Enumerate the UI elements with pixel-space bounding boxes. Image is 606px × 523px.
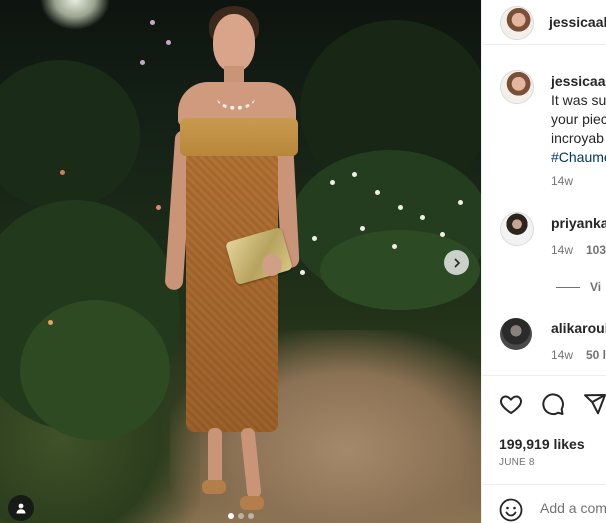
caption-hashtag[interactable]: #Chaume	[551, 148, 606, 167]
action-bar	[482, 375, 606, 434]
heart-icon[interactable]	[499, 392, 523, 416]
carousel-dots	[228, 513, 254, 519]
carousel-dot-active	[228, 513, 234, 519]
view-replies-label: Vi	[590, 280, 602, 294]
caption-line: It was su	[551, 92, 606, 108]
carousel-dot	[248, 513, 254, 519]
caption-time[interactable]: 14w	[551, 174, 573, 188]
comment-time[interactable]: 14w	[551, 348, 573, 362]
hand	[262, 254, 282, 276]
view-replies-line	[556, 286, 580, 288]
post-header: jessicaalba	[482, 0, 606, 45]
chevron-right-icon	[453, 257, 460, 268]
user-tag-icon	[16, 503, 26, 514]
carousel-dot	[238, 513, 244, 519]
emoji-icon[interactable]	[499, 498, 523, 522]
face	[213, 14, 255, 72]
caption-line: incroyab	[551, 130, 604, 146]
comment-username[interactable]: priyanka	[551, 215, 606, 231]
person	[0, 0, 481, 523]
comment-username[interactable]: alikaroui	[551, 320, 606, 336]
add-comment-bar: Add a com	[482, 484, 606, 523]
post-date[interactable]: JUNE 8	[499, 457, 535, 468]
user-tag-button[interactable]	[8, 495, 34, 521]
caption-line: your piec	[551, 111, 606, 127]
comment-likes[interactable]: 103	[586, 243, 606, 257]
share-icon[interactable]	[583, 392, 606, 416]
post-username[interactable]: jessicaalba	[549, 14, 606, 30]
dress-bodice	[180, 118, 298, 156]
comment-avatar[interactable]	[500, 318, 532, 350]
left-leg	[208, 428, 222, 486]
post-photo[interactable]	[0, 0, 481, 523]
comment-avatar[interactable]	[500, 212, 534, 246]
comment-icon[interactable]	[541, 392, 565, 416]
left-sandal	[202, 480, 226, 494]
right-leg	[240, 427, 262, 499]
comment-time[interactable]: 14w	[551, 243, 573, 257]
view-replies-button[interactable]: Vi	[556, 280, 601, 294]
avatar[interactable]	[500, 6, 534, 40]
comment-likes[interactable]: 50 l	[586, 348, 606, 362]
likes-count[interactable]: 199,919 likes	[499, 436, 585, 452]
post-side-panel: jessicaalba jessicaalba It was su your p…	[481, 0, 606, 523]
right-sandal	[240, 496, 264, 510]
add-comment-input[interactable]: Add a com	[540, 500, 606, 516]
next-slide-button[interactable]	[444, 250, 469, 275]
necklace	[217, 86, 255, 110]
gold-dress	[186, 140, 278, 432]
caption-username[interactable]: jessicaalba	[551, 73, 606, 89]
caption-avatar[interactable]	[500, 70, 534, 104]
